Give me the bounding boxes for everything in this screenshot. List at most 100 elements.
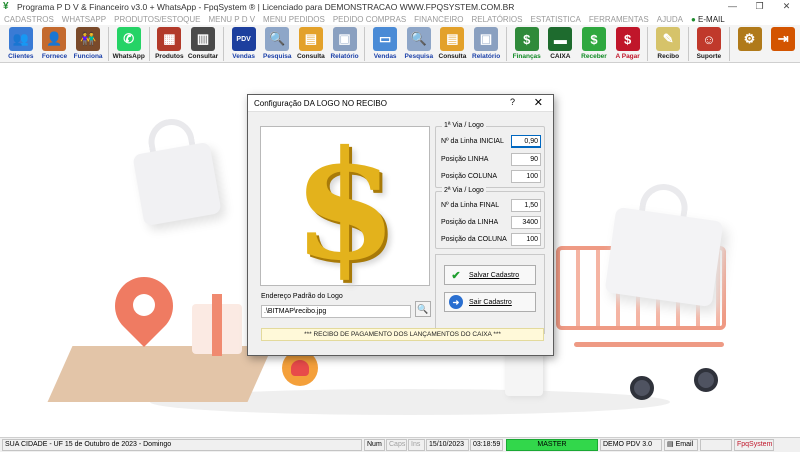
menu-item-pedido-compras[interactable]: PEDIDO COMPRAS xyxy=(333,15,406,24)
linha-final-input[interactable]: 1,50 xyxy=(511,199,541,212)
toolbar-label: Receber xyxy=(581,53,607,60)
via1-row-linha-inicial: Nº da Linha INICIAL 0,90 xyxy=(441,135,541,148)
toolbar-button-a-pagar[interactable]: $ A Pagar xyxy=(611,25,645,62)
exit-arrow-icon: ➜ xyxy=(449,295,463,309)
save-button[interactable]: ✔ Salvar Cadastro xyxy=(444,265,536,285)
toolbar-label: Clientes xyxy=(8,53,34,60)
toolbar-separator xyxy=(107,27,109,61)
field-label: Posição da LINHA xyxy=(441,219,499,226)
dialog-close-button[interactable]: ✕ xyxy=(534,96,543,109)
shopping-bag-image xyxy=(604,206,724,308)
toolbar-button-caixa[interactable]: ▬ CAIXA xyxy=(544,25,578,62)
toolbar-label: Produtos xyxy=(155,53,184,60)
dialog-title-bar: Configuração DA LOGO NO RECIBO ? ✕ xyxy=(248,95,553,112)
menu-item-menu-pedidos[interactable]: MENU PEDIDOS xyxy=(263,15,325,24)
tools-icon: ⚙ xyxy=(737,27,762,51)
linha-inicial-input[interactable]: 0,90 xyxy=(511,135,541,148)
toolbar-button-tools[interactable]: ⚙ xyxy=(733,25,767,62)
status-bar: SUA CIDADE - UF 15 de Outubro de 2023 - … xyxy=(0,437,800,452)
via1-group: 1ª Via / Logo Nº da Linha INICIAL 0,90 P… xyxy=(435,122,545,188)
toolbar-button-produtos[interactable]: ▦ Produtos xyxy=(153,25,187,62)
menu-item-whatsapp[interactable]: WHATSAPP xyxy=(62,15,106,24)
window-controls: — ❐ ✕ xyxy=(719,0,800,13)
toolbar-label: Recibo xyxy=(657,53,680,60)
toolbar-button-funciona[interactable]: 👫 Funciona xyxy=(71,25,105,62)
toolbar-button-finan-as[interactable]: $ Finanças xyxy=(510,25,544,62)
help-button[interactable]: ? xyxy=(510,97,515,107)
toolbar-button-receber[interactable]: $ Receber xyxy=(577,25,611,62)
receipt-icon: ✎ xyxy=(656,27,681,51)
menu-item-ajuda[interactable]: AJUDA xyxy=(657,15,683,24)
toolbar-button-whatsapp[interactable]: ✆ WhatsApp xyxy=(112,25,146,62)
logo-path-input[interactable]: .\BITMAP\recibo.jpg xyxy=(261,305,411,318)
browse-search-icon[interactable]: 🔍 xyxy=(415,301,431,317)
toolbar-button-pesquisa[interactable]: 🔍 Pesquisa xyxy=(260,25,294,62)
menu-item-cadastros[interactable]: CADASTROS xyxy=(4,15,54,24)
menu-item-menu-p-d-v[interactable]: MENU P D V xyxy=(209,15,256,24)
menu-item-estatistica[interactable]: ESTATISTICA xyxy=(531,15,581,24)
title-bar: ¥ Programa P D V & Financeiro v3.0 + Wha… xyxy=(0,0,800,13)
toolbar-separator xyxy=(505,27,507,61)
menu-item-email[interactable]: ● E-MAIL xyxy=(691,15,725,24)
via2-title: 2ª Via / Logo xyxy=(442,187,486,194)
app-logo-icon: ¥ xyxy=(3,0,9,12)
toolbar-label: Fornece xyxy=(41,53,68,60)
posicao-da-coluna-input[interactable]: 100 xyxy=(511,233,541,246)
field-label: Nº da Linha FINAL xyxy=(441,202,500,209)
maximize-button[interactable]: ❐ xyxy=(746,0,773,13)
folder-icon: ▤ xyxy=(298,27,323,51)
posicao-linha-input[interactable]: 90 xyxy=(511,153,541,166)
toolbar-button-consulta[interactable]: ▤ Consulta xyxy=(294,25,328,62)
toolbar-button-pesquisa[interactable]: 🔍 Pesquisa xyxy=(402,25,436,62)
toolbar-button-recibo[interactable]: ✎ Recibo xyxy=(651,25,685,62)
menu-item-produtos-estoque[interactable]: PRODUTOS/ESTOQUE xyxy=(114,15,200,24)
toolbar-separator xyxy=(688,27,690,61)
toolbar-label: Finanças xyxy=(512,53,541,60)
exit-button[interactable]: ➜ Sair Cadastro xyxy=(444,292,536,312)
minimize-button[interactable]: — xyxy=(719,0,746,13)
toolbar: 👥 Clientes 👤 Fornece 👫 Funciona ✆ WhatsApp ▦ Prod… xyxy=(0,25,800,63)
toolbar-button-exit[interactable]: ⇥ xyxy=(766,25,800,62)
toolbar-button-consultar[interactable]: ▥ Consultar xyxy=(186,25,220,62)
toolbar-label: Consulta xyxy=(438,53,467,60)
search-icon: 🔍 xyxy=(265,27,290,51)
dialog-title: Configuração DA LOGO NO RECIBO xyxy=(254,98,387,108)
via1-row-posicao-coluna: Posição COLUNA 100 xyxy=(441,170,541,183)
clients-icon: 👥 xyxy=(8,27,33,51)
toolbar-button-relat-rio[interactable]: ▣ Relatório xyxy=(469,25,503,62)
status-master: MASTER xyxy=(506,439,598,451)
menu-item-financeiro[interactable]: FINANCEIRO xyxy=(414,15,463,24)
toolbar-button-vendas[interactable]: PDV Vendas xyxy=(227,25,261,62)
status-email-label: Email xyxy=(675,441,694,448)
menu-item-relat-rios[interactable]: RELATÓRIOS xyxy=(472,15,523,24)
status-ins: Ins xyxy=(408,439,425,451)
search-doc-icon: 🔍 xyxy=(406,27,431,51)
toolbar-separator xyxy=(148,27,150,61)
toolbar-button-vendas[interactable]: ▭ Vendas xyxy=(368,25,402,62)
products-icon: ▦ xyxy=(157,27,182,51)
toolbar-label: A Pagar xyxy=(615,53,640,60)
dialog-body: $ 1ª Via / Logo Nº da Linha INICIAL 0,90… xyxy=(248,112,553,355)
pdv-icon: PDV xyxy=(231,27,256,51)
toolbar-label: Funciona xyxy=(73,53,103,60)
toolbar-label: Vendas xyxy=(232,53,255,60)
toolbar-button-suporte[interactable]: ☺ Suporte xyxy=(692,25,726,62)
posicao-da-linha-input[interactable]: 3400 xyxy=(511,216,541,229)
receive-icon: $ xyxy=(581,27,606,51)
toolbar-button-consulta[interactable]: ▤ Consulta xyxy=(436,25,470,62)
cart-base xyxy=(574,342,724,347)
toolbar-button-fornece[interactable]: 👤 Fornece xyxy=(38,25,72,62)
checkmark-icon: ✔ xyxy=(451,269,461,282)
finance-icon: $ xyxy=(514,27,539,51)
close-button[interactable]: ✕ xyxy=(773,0,800,13)
logo-config-dialog: Configuração DA LOGO NO RECIBO ? ✕ $ 1ª … xyxy=(247,94,554,356)
heart-icon xyxy=(291,360,309,376)
status-email[interactable]: ▤ Email xyxy=(664,439,698,451)
via2-row-posicao-coluna: Posição da COLUNA 100 xyxy=(441,233,541,246)
support-icon: ☺ xyxy=(696,27,721,51)
posicao-coluna-input[interactable]: 100 xyxy=(511,170,541,183)
toolbar-label: WhatsApp xyxy=(112,53,145,60)
toolbar-button-relat-rio[interactable]: ▣ Relatório xyxy=(328,25,362,62)
menu-item-ferramentas[interactable]: FERRAMENTAS xyxy=(589,15,649,24)
toolbar-button-clientes[interactable]: 👥 Clientes xyxy=(4,25,38,62)
